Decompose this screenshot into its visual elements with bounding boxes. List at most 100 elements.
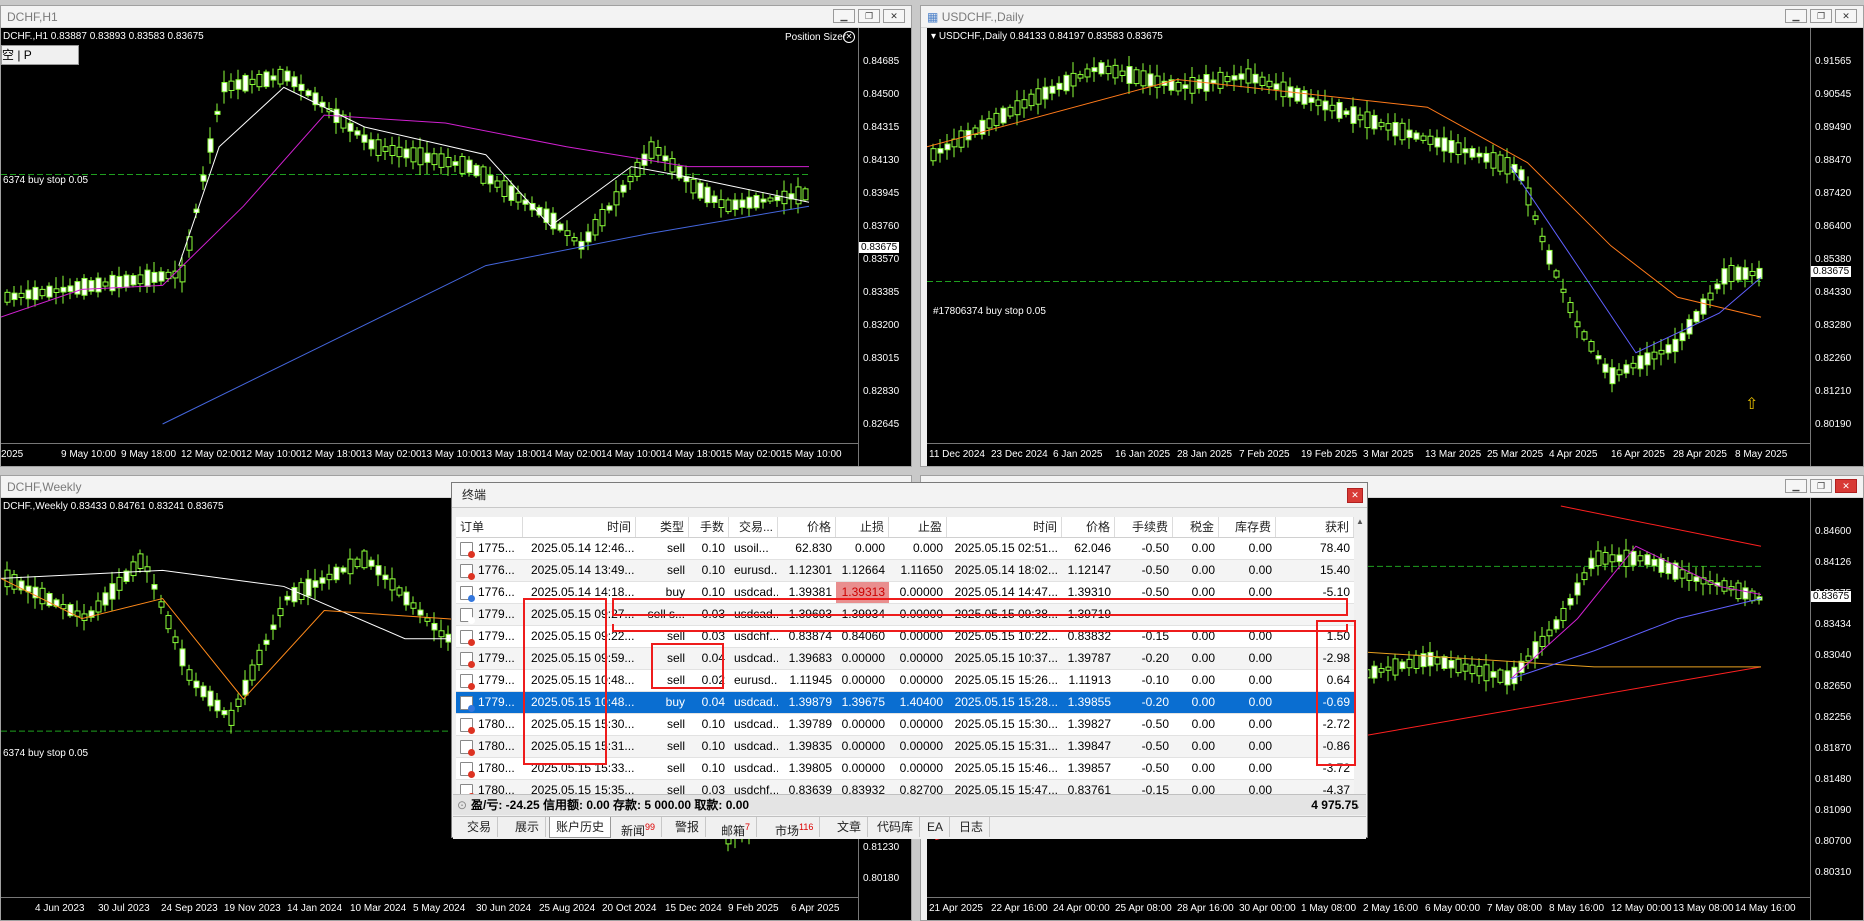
time-tick: 15 Dec 2024 [665,903,722,914]
cell-sym: usdcad... [734,739,778,753]
candle [1343,110,1350,116]
chevron-down-icon[interactable]: ⌄ [1353,801,1361,812]
candle [669,158,676,173]
cell-sym: usdcad... [734,761,778,775]
vertical-scrollbar[interactable]: ▲ ▼ [1355,517,1365,803]
close-button[interactable]: ✕ [1835,479,1857,493]
tab-0[interactable]: 交易 [461,817,499,837]
candle [1133,69,1140,85]
table-row[interactable]: 1780... 2025.05.15 15:30... sell 0.10 usdcad… [456,714,1354,736]
candle [81,277,88,296]
chart-window-daily[interactable]: ▦ USDCHF.,Daily ▁ ❐ ✕ ▾ USDCHF.,Daily 0.… [920,5,1864,467]
cell-tax: 0.00 [1191,651,1215,665]
column-header[interactable]: 手数 [689,517,729,537]
maximize-button[interactable]: ❐ [1810,9,1832,23]
column-header[interactable]: 获利 [1276,517,1354,537]
close-circle-icon[interactable]: ✕ [843,31,855,43]
cell-lots: 0.04 [701,651,725,665]
tab-2[interactable]: 账户历史 [549,817,612,838]
column-header[interactable]: 止损 [836,517,889,537]
table-row[interactable]: 1780... 2025.05.15 15:33... sell 0.10 usdcad… [456,758,1354,780]
tab-3[interactable]: 新闻99 [615,817,663,838]
cell-t1: 2025.05.14 13:49... [531,563,635,577]
close-button[interactable]: ✕ [1835,9,1857,23]
cell-comm: -0.50 [1141,761,1169,775]
time-tick: 28 Apr 16:00 [1177,903,1234,914]
candle [1364,111,1371,129]
chart-area[interactable]: ▾ USDCHF.,Daily 0.84133 0.84197 0.83583 … [927,28,1863,466]
candle [410,602,417,609]
tab-6[interactable]: 市场116 [769,817,821,838]
cell-tp: 0.00000 [899,607,943,621]
table-row[interactable]: 1775... 2025.05.14 12:46... sell 0.10 usoil.… [456,538,1354,560]
candle [1371,114,1378,130]
column-header[interactable]: 类型 [636,517,689,537]
minimize-button[interactable]: ▁ [1785,479,1807,493]
candle [403,148,410,159]
tab-1[interactable]: 展示 [509,817,547,837]
price-tick: 0.84330 [1815,287,1852,298]
tab-8[interactable]: 代码库 [871,817,921,837]
tab-9[interactable]: EA [921,817,951,837]
cell-price: 62.830 [795,541,832,555]
cell-comm: -0.10 [1141,673,1169,687]
maximize-button[interactable]: ❐ [1810,479,1832,493]
sell-order-icon [460,542,475,558]
table-row[interactable]: 1780... 2025.05.15 15:31... sell 0.10 usdcad… [456,736,1354,758]
cell-profit: -2.98 [1322,651,1350,665]
column-header[interactable]: 时间 [523,517,636,537]
column-header[interactable]: 价格 [778,517,836,537]
candle [627,175,634,183]
maximize-button[interactable]: ❐ [858,9,880,23]
column-header[interactable]: 时间 [947,517,1062,537]
candle [1476,665,1483,677]
close-button[interactable]: ✕ [883,9,905,23]
position-sizer-label[interactable]: Position Sizer [785,32,846,43]
column-header[interactable]: 订单 [456,517,523,537]
terminal-window[interactable]: 终端 ✕ 订单 时间 类型 手数 交易... 价格 止损 止盈 时间 价格 手续费 税金 库存费 获利 17… [451,482,1368,839]
price-tick: 0.82830 [863,386,900,397]
chart-info: DCHF.,Weekly 0.83433 0.84761 0.83241 0.8… [3,501,224,512]
tab-5[interactable]: 邮箱7 [715,817,758,838]
time-tick: 6 Apr 2025 [791,903,840,914]
candle [1623,364,1630,374]
chart-area[interactable]: DCHF.,H1 0.83887 0.83893 0.83583 0.83675… [1,28,911,466]
minimize-button[interactable]: ▁ [1785,9,1807,23]
candle [1182,84,1189,89]
table-row[interactable]: 1776... 2025.05.14 13:49... sell 0.10 eurusd… [456,560,1354,582]
table-row[interactable]: 1779... 2025.05.15 09:27... sell s... 0.03 u… [456,604,1354,626]
candle [599,209,606,227]
candle [403,591,410,606]
column-header[interactable]: 价格 [1062,517,1115,537]
candle [389,145,396,156]
column-header[interactable]: 止盈 [889,517,947,537]
table-row[interactable]: 1779... 2025.05.15 10:48... buy 0.04 usdcad.… [456,692,1354,714]
column-header[interactable]: 税金 [1173,517,1219,537]
candle [333,566,340,581]
tab-7[interactable]: 文章 [831,817,869,837]
chart-window-h1[interactable]: DCHF,H1 ▁ ❐ ✕ DCHF.,H1 0.83887 0.83893 0… [0,5,912,467]
tab-4[interactable]: 警报 [669,817,707,837]
tab-10[interactable]: 日志 [953,817,991,837]
history-table[interactable]: 订单 时间 类型 手数 交易... 价格 止损 止盈 时间 价格 手续费 税金 库存费 获利 1775...… [456,517,1354,802]
column-header[interactable]: 交易... [730,517,778,537]
pending-order-label: 6374 buy stop 0.05 [3,175,89,186]
cell-order: 1780... [456,736,523,757]
table-row[interactable]: 1779... 2025.05.15 09:59... sell 0.04 usdcad… [456,648,1354,670]
scroll-up-icon[interactable]: ▲ [1355,517,1365,527]
time-tick: 13 May 10:00 [421,449,482,460]
mini-panel[interactable]: 空 | P [1,45,79,65]
summary-text: 盈/亏: -24.25 信用额: 0.00 存款: 5 000.00 取款: 0… [471,798,750,812]
cell-tax: 0.00 [1191,629,1215,643]
table-row[interactable]: 1779... 2025.05.15 09:22... sell 0.03 usdchf… [456,626,1354,648]
table-row[interactable]: 1776... 2025.05.14 14:18... buy 0.10 usdcad.… [456,582,1354,604]
column-header[interactable]: 手续费 [1115,517,1173,537]
table-row[interactable]: 1779... 2025.05.15 10:48... sell 0.02 eurusd… [456,670,1354,692]
column-header[interactable]: 库存费 [1219,517,1276,537]
minimize-button[interactable]: ▁ [833,9,855,23]
candle [1084,68,1091,78]
terminal-close-button[interactable]: ✕ [1347,488,1363,503]
candle [704,186,711,204]
summary-icon: ⊙ [457,798,468,812]
candle [1546,249,1553,265]
